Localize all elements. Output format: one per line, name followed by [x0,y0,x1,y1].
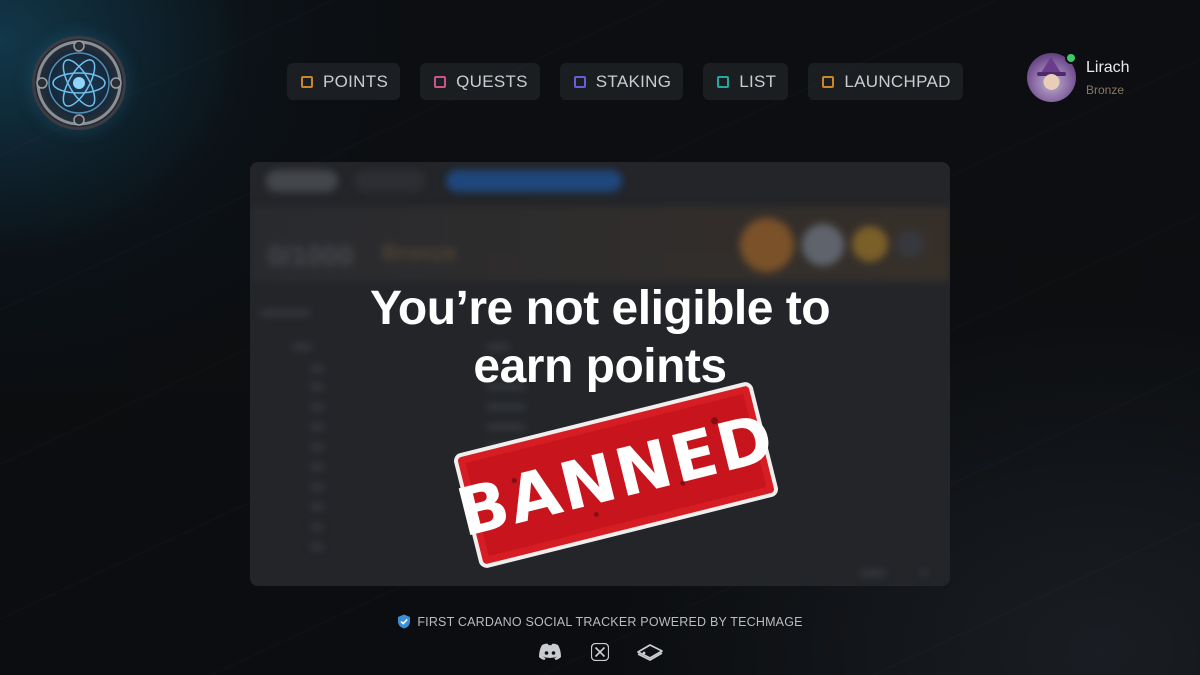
blurred-row [310,424,324,430]
square-icon [301,75,313,88]
nav-item-list[interactable]: LIST [703,63,789,100]
square-icon [822,75,835,88]
blurred-points: 0/1000 [268,240,354,271]
main-nav: POINTS QUESTS STAKING LIST LAUNCHPAD [287,63,963,100]
headline-line-1: You’re not eligible to [369,282,831,335]
nav-item-label: QUESTS [456,71,528,91]
blurred-row [486,424,526,430]
blurred-row [310,404,324,410]
nav-item-label: LIST [739,71,777,91]
avatar[interactable] [1027,52,1077,102]
blurred-tab [266,170,338,192]
nav-item-label: LAUNCHPAD [844,71,951,91]
footer-tagline-text: FIRST CARDANO SOCIAL TRACKER POWERED BY … [417,614,803,629]
techmage-logo[interactable] [32,36,126,130]
social-links [0,641,1200,663]
blurred-banner [250,206,950,282]
user-profile[interactable]: Lirach Bronze [1027,52,1130,102]
gold-medal-icon [852,226,888,262]
blurred-row [310,464,324,470]
blurred-row [310,544,324,550]
blurred-tab [354,170,426,192]
gitbook-icon[interactable] [636,641,664,663]
bronze-medal-icon [740,218,794,272]
x-icon[interactable] [586,641,614,663]
blurred-row [486,404,526,410]
blurred-pagination [920,570,928,576]
headline-line-2: earn points [473,340,727,393]
platinum-medal-icon [896,230,924,258]
profile-text: Lirach Bronze [1086,59,1130,97]
not-eligible-message: You’re not eligible to earn points [0,280,1200,396]
nav-item-label: STAKING [595,71,672,91]
footer-tagline: FIRST CARDANO SOCIAL TRACKER POWERED BY … [0,614,1200,629]
nav-item-label: POINTS [323,71,389,91]
verified-shield-icon [398,614,411,629]
square-icon [573,75,586,88]
profile-name: Lirach [1086,58,1130,76]
online-status-dot [1065,52,1077,64]
blurred-row [310,444,324,450]
silver-medal-icon [802,224,844,266]
blurred-row [310,524,324,530]
discord-icon[interactable] [536,641,564,663]
square-icon [717,75,730,88]
blurred-pagination [860,570,886,576]
square-icon [434,75,447,88]
blurred-rank: Bronze [382,240,457,265]
nav-item-launchpad[interactable]: LAUNCHPAD [808,63,963,100]
nav-item-points[interactable]: POINTS [287,63,401,100]
nav-item-staking[interactable]: STAKING [559,63,684,100]
blurred-row [310,504,324,510]
nav-item-quests[interactable]: QUESTS [420,63,540,100]
profile-rank: Bronze [1086,82,1125,97]
blurred-row [310,484,324,490]
blurred-button [446,170,622,192]
